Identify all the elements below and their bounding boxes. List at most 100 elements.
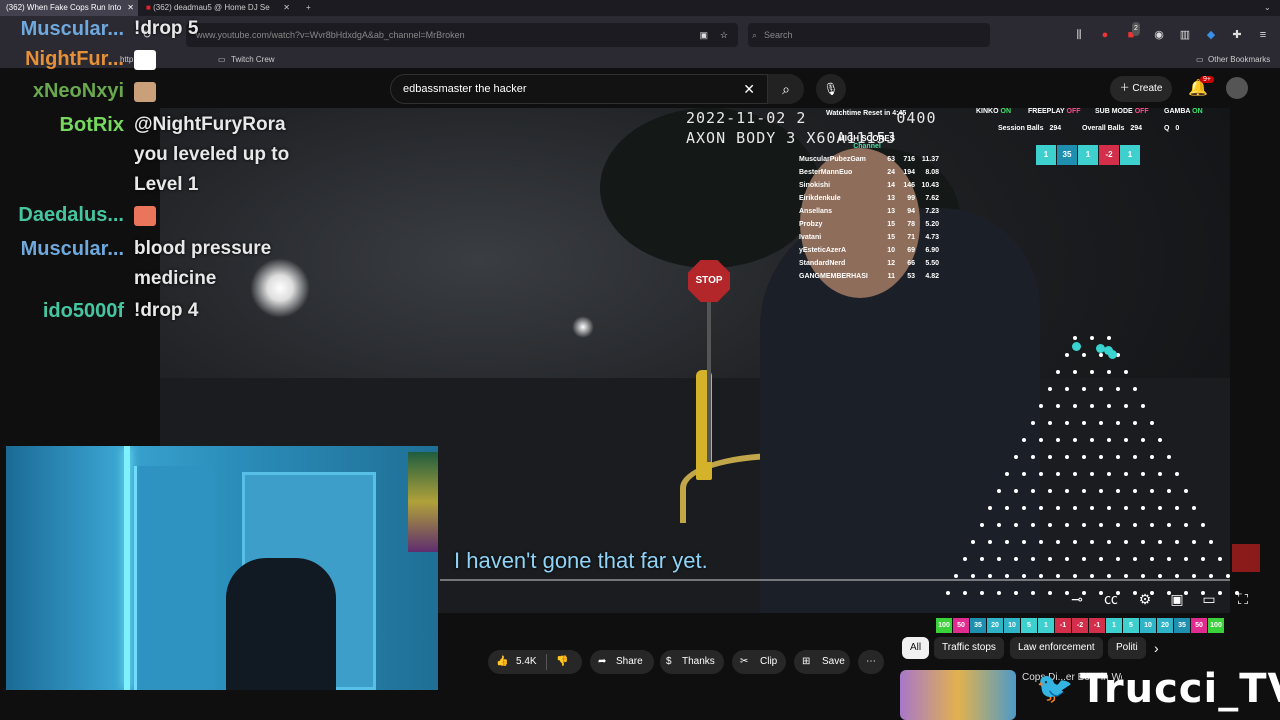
more-actions-button[interactable]: ⋯ <box>858 650 884 674</box>
menu-hamburger-icon[interactable]: ≡ <box>1256 28 1270 42</box>
miniplayer-icon[interactable]: ▣ <box>1166 588 1188 610</box>
high-score-row: MuscularPubezGam 63 716 11.37 <box>794 153 940 166</box>
high-score-name: BesterMannEuo <box>799 169 853 176</box>
multiplier-slot: 1 <box>1120 145 1140 165</box>
theater-mode-icon[interactable]: ▭ <box>1198 588 1220 610</box>
high-score-value: 69 <box>907 247 915 254</box>
clip-label: Clip <box>760 656 778 667</box>
plinko-peg <box>1064 557 1069 561</box>
plinko-peg <box>1124 574 1128 578</box>
create-button[interactable]: ＋ Create <box>1110 76 1172 102</box>
high-score-value: 7.62 <box>925 195 939 202</box>
plinko-peg <box>1107 506 1111 510</box>
chat-username[interactable]: NightFur... <box>25 48 124 71</box>
youtube-search-input[interactable]: edbassmaster the hacker ✕ <box>390 74 768 104</box>
plinko-peg <box>1107 472 1111 476</box>
captions-icon[interactable]: ㏄ <box>1100 588 1122 610</box>
plinko-peg <box>1064 421 1069 425</box>
extension-icon[interactable]: ◆ <box>1204 28 1218 42</box>
chip-law-enforcement[interactable]: Law enforcement <box>1010 637 1103 659</box>
chip-traffic-stops[interactable]: Traffic stops <box>934 637 1004 659</box>
multiplier-slot: 35 <box>1057 145 1077 165</box>
extension-icon[interactable]: ● <box>1098 28 1112 42</box>
chat-username[interactable]: xNeoNxyi <box>33 80 124 103</box>
avatar[interactable] <box>1226 77 1248 99</box>
search-button[interactable]: ⌕ <box>768 74 804 104</box>
extension-badge-icon[interactable]: ■ 2 <box>1124 22 1140 42</box>
extension-icon[interactable]: ▥ <box>1178 28 1192 42</box>
plinko-peg <box>1090 404 1094 408</box>
chat-username[interactable]: Daedalus... <box>18 204 124 227</box>
bookmark-folder-twitch-crew[interactable]: Twitch Crew <box>231 55 275 64</box>
clip-button[interactable]: ✂ Clip <box>732 650 786 674</box>
webcam-gaming-chair <box>226 558 336 690</box>
plinko-peg <box>1064 353 1069 357</box>
extensions-puzzle-icon[interactable]: ✚ <box>1230 28 1244 42</box>
account-icon[interactable]: ◉ <box>1152 28 1166 42</box>
clear-search-icon[interactable]: ✕ <box>743 75 755 103</box>
plinko-peg <box>979 591 984 595</box>
plinko-peg <box>1098 489 1103 493</box>
multiplier-slot: 1 <box>1038 618 1054 633</box>
plinko-peg <box>1158 574 1162 578</box>
url-bar[interactable]: www.youtube.com/watch?v=Wvr8bHdxdgA&ab_c… <box>186 23 738 47</box>
bookmark-star-icon[interactable]: ☆ <box>720 23 728 47</box>
browser-tab-active[interactable]: (362) When Fake Cops Run Into ✕ <box>0 0 138 16</box>
dislike-icon[interactable]: 👎 <box>556 650 568 674</box>
bookmarks-bar: http ▭ Twitch Crew ▭ Other Bookmarks <box>0 54 1280 68</box>
gear-icon[interactable]: ⚙ <box>1134 588 1156 610</box>
plinko-board <box>930 330 1250 610</box>
q-value: 0 <box>1175 125 1180 132</box>
freeplay-label: FREEPLAY <box>1028 108 1065 115</box>
plinko-peg <box>1090 336 1094 340</box>
plinko-slot-multipliers: 100 50 35 20 10 5 1 -1 -2 -1 1 5 10 20 35 50 100 <box>936 618 1224 633</box>
video-progress-bar[interactable] <box>440 579 1230 581</box>
tab-close-icon[interactable]: ✕ <box>283 0 290 16</box>
plinko-peg <box>1124 540 1128 544</box>
gamba-label: GAMBA <box>1164 108 1191 115</box>
high-score-value: 10 <box>887 247 895 254</box>
multiplier-slot: 1 <box>1078 145 1098 165</box>
reader-view-icon[interactable]: ▣ <box>699 23 708 47</box>
recommended-video-thumbnail[interactable] <box>900 670 1016 720</box>
fullscreen-icon[interactable]: ⛶ <box>1232 588 1254 610</box>
plinko-peg <box>1039 404 1043 408</box>
channel-avatar[interactable] <box>1232 544 1260 572</box>
other-bookmarks[interactable]: Other Bookmarks <box>1208 55 1270 64</box>
plinko-recent-multipliers: 1 35 1 -2 1 <box>1036 145 1140 165</box>
new-tab-button[interactable]: + <box>300 0 317 16</box>
session-balls-value: 294 <box>1049 125 1062 132</box>
plinko-peg <box>1115 523 1120 527</box>
library-icon[interactable]: ⫼ <box>1072 28 1086 42</box>
chip-politics[interactable]: Politi <box>1108 637 1146 659</box>
web-search-input[interactable]: ⌕ Search <box>748 23 990 47</box>
multiplier-slot: 10 <box>1140 618 1156 633</box>
youtube-search-value: edbassmaster the hacker <box>403 83 527 95</box>
plinko-peg <box>996 557 1001 561</box>
save-button[interactable]: ⊞ Save <box>794 650 850 674</box>
chat-username[interactable]: ido5000f <box>43 300 124 323</box>
share-button[interactable]: ➦ Share <box>590 650 654 674</box>
autoplay-toggle-icon[interactable]: ⊸ <box>1066 588 1088 610</box>
chevron-right-icon[interactable]: › <box>1154 640 1159 656</box>
plinko-peg <box>1166 455 1171 459</box>
tab-close-icon[interactable]: ✕ <box>127 0 134 16</box>
chip-all[interactable]: All <box>902 637 930 659</box>
chat-username[interactable]: Muscular... <box>21 18 124 41</box>
overall-balls-value: 294 <box>1130 125 1143 132</box>
chat-username[interactable]: Muscular... <box>21 238 124 261</box>
plinko-peg <box>1115 489 1120 493</box>
plinko-peg <box>1056 438 1060 442</box>
plinko-peg <box>1039 506 1043 510</box>
plinko-peg <box>1056 540 1060 544</box>
multiplier-slot: 50 <box>1191 618 1207 633</box>
thanks-button[interactable]: $ Thanks <box>660 650 724 674</box>
plinko-peg <box>979 557 984 561</box>
like-count[interactable]: 5.4K <box>516 650 537 674</box>
thanks-label: Thanks <box>682 656 715 667</box>
like-icon[interactable]: 👍 <box>496 650 508 674</box>
chat-username[interactable]: BotRix <box>60 114 124 137</box>
voice-search-button[interactable]: 🎙 <box>816 74 846 104</box>
plinko-peg <box>1005 540 1009 544</box>
tab-list-chevron-icon[interactable]: ⌄ <box>1258 0 1277 16</box>
